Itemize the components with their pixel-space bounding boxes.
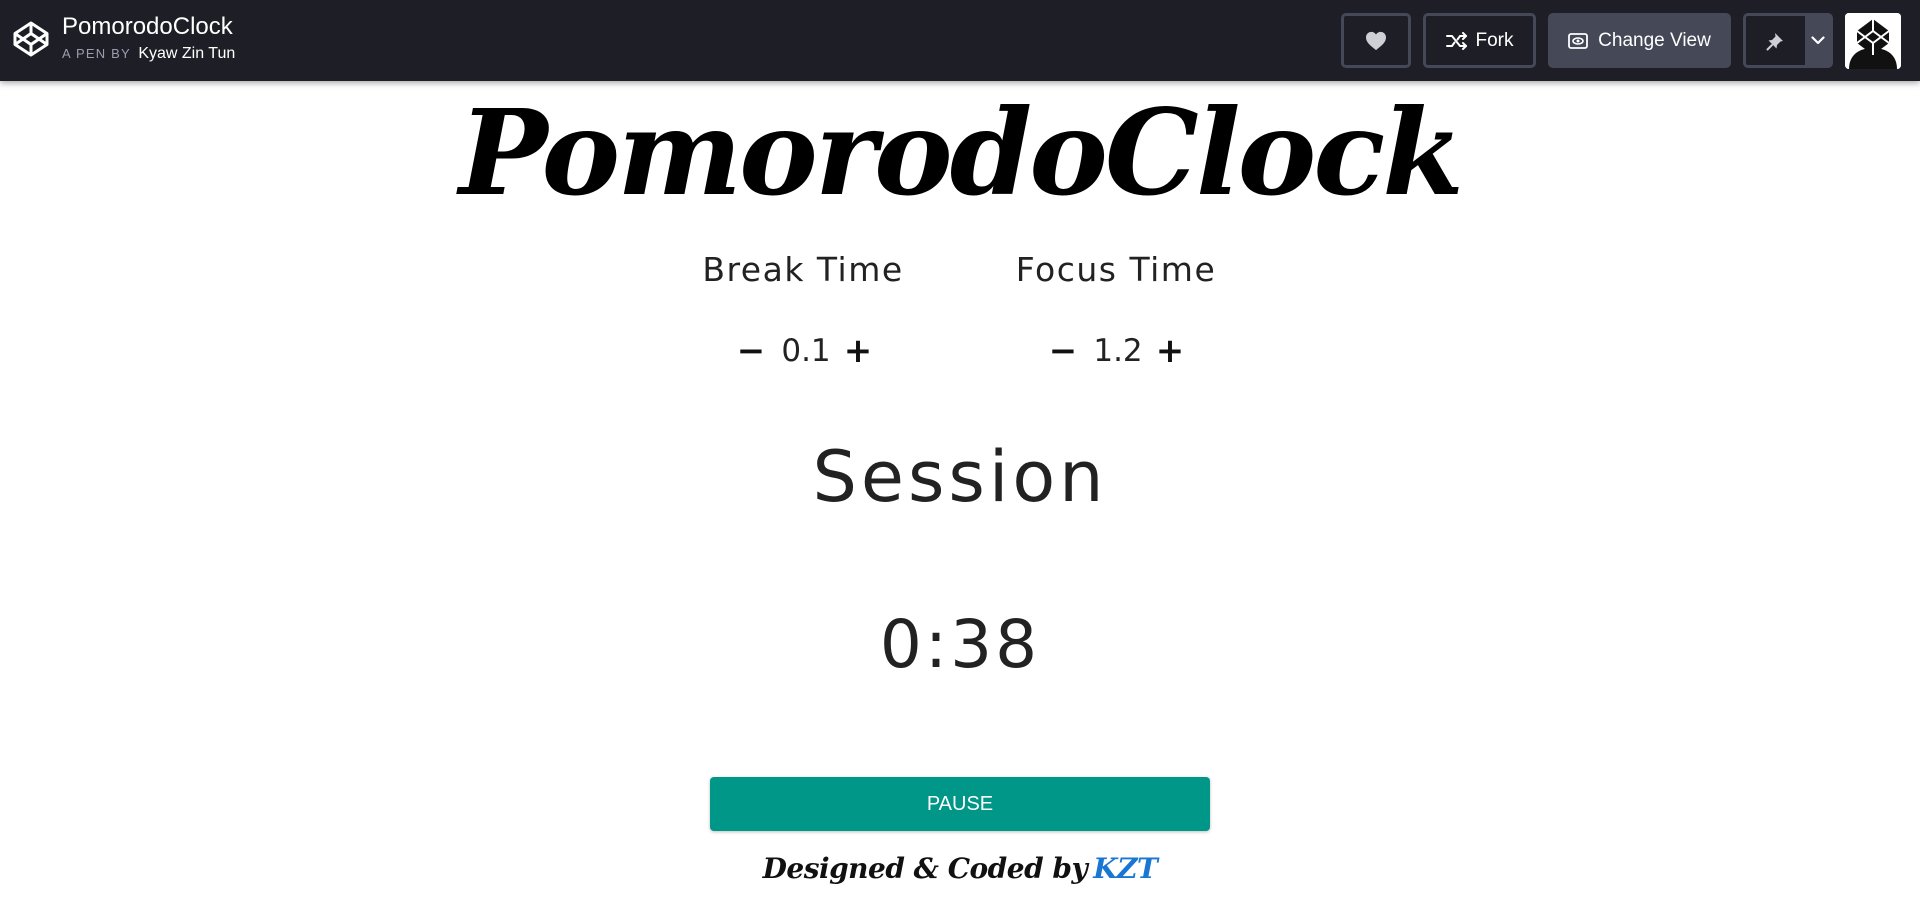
heart-button[interactable] (1341, 13, 1411, 68)
author-link[interactable]: Kyaw Zin Tun (138, 45, 235, 62)
byline-prefix: A PEN BY (62, 46, 131, 61)
break-increment-button[interactable]: + (818, 326, 898, 376)
fork-label: Fork (1475, 29, 1514, 51)
fork-button[interactable]: Fork (1423, 13, 1536, 68)
change-view-button[interactable]: Change View (1548, 13, 1731, 68)
pin-button-group (1743, 13, 1833, 68)
session-label: Session (812, 436, 1108, 518)
footer-text: Designed & Coded by (762, 852, 1088, 885)
pin-dropdown-button[interactable] (1805, 16, 1830, 65)
heart-icon (1366, 31, 1386, 50)
focus-time-label: Focus Time (1015, 250, 1217, 289)
pin-button[interactable] (1746, 16, 1805, 65)
pen-byline: A PEN BY Kyaw Zin Tun (62, 45, 235, 63)
app-title: PomorodoClock (459, 83, 1464, 222)
timer-display: 0:38 (879, 606, 1041, 683)
codepen-header: PomorodoClock A PEN BY Kyaw Zin Tun Fork… (0, 0, 1920, 81)
break-time-label: Break Time (702, 250, 904, 289)
codepen-logo-icon[interactable] (12, 20, 50, 58)
focus-increment-button[interactable]: + (1130, 326, 1210, 376)
change-view-label: Change View (1598, 29, 1711, 51)
pin-icon (1766, 32, 1783, 50)
pause-button[interactable]: PAUSE (710, 777, 1210, 831)
avatar[interactable] (1845, 13, 1901, 69)
author-link-footer[interactable]: KZT (1093, 852, 1158, 885)
pen-title[interactable]: PomorodoClock (62, 13, 233, 41)
chevron-down-icon (1810, 36, 1825, 45)
fork-icon (1445, 31, 1467, 50)
eye-icon (1568, 32, 1589, 49)
footer-credit: Designed & Coded by KZT (0, 848, 1920, 890)
